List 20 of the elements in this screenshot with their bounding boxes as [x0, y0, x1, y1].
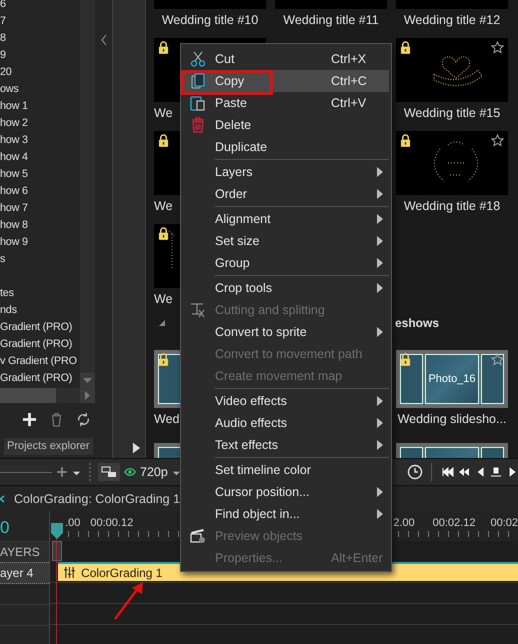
- ruler-time-label: 2.00: [393, 517, 415, 531]
- template-title: We: [154, 291, 173, 308]
- template-title: Wedding title #11: [283, 12, 379, 29]
- template-title: Wedding title #10: [162, 12, 258, 29]
- template-title: Wedding slidesho...: [398, 411, 506, 428]
- ruler-time-label: 00:02: [490, 517, 518, 531]
- ruler-time-label: 00:02.12: [432, 517, 476, 531]
- section-title: eshows: [395, 316, 440, 330]
- ruler-time-label: .00: [65, 517, 80, 531]
- template-title: Wedding title #15: [404, 105, 500, 122]
- clip-label: ColorGrading 1: [81, 566, 162, 580]
- template-title: We: [154, 105, 173, 122]
- template-title: We: [154, 198, 173, 215]
- template-title: Wedding title #12: [404, 12, 500, 29]
- ruler-time-label: 00:00.12: [90, 517, 134, 531]
- template-title: Wed: [154, 411, 180, 428]
- layers-header: AYERS: [0, 541, 50, 562]
- time-display: 0: [0, 517, 10, 539]
- template-title: Wedding title #18: [404, 198, 500, 215]
- thumbnail-caption: Photo_16: [428, 373, 476, 385]
